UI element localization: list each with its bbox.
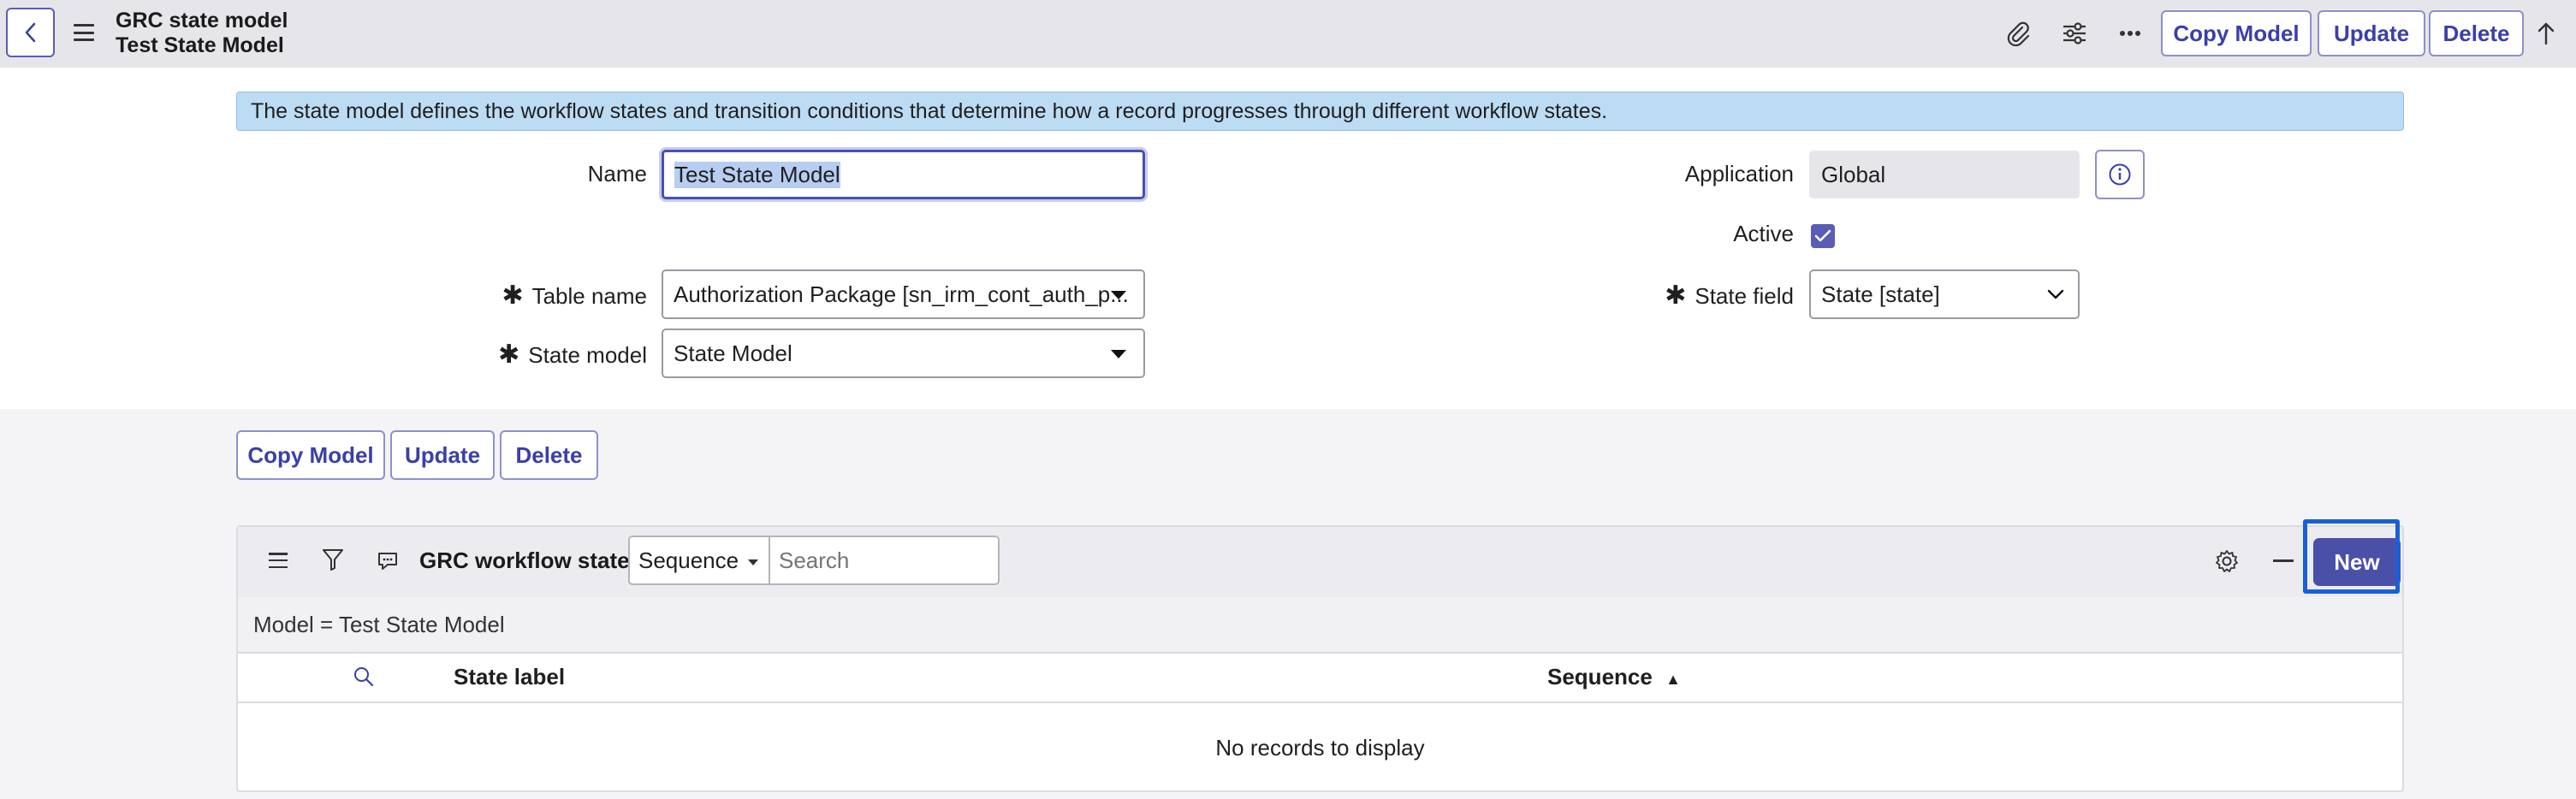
table-name-label: ✱ Table name (479, 281, 647, 311)
list-menu-icon[interactable] (269, 553, 288, 568)
filter-icon[interactable] (322, 547, 344, 571)
column-header-row: State label Sequence ▲ (238, 652, 2402, 703)
form-delete-button[interactable]: Delete (500, 430, 598, 480)
table-name-select[interactable]: Authorization Package [sn_irm_cont_auth_… (662, 269, 1145, 319)
column-sequence[interactable]: Sequence ▲ (1547, 664, 1681, 690)
copy-model-button[interactable]: Copy Model (2161, 10, 2312, 56)
search-field-value: Sequence (638, 547, 739, 573)
gear-icon[interactable] (2215, 549, 2239, 573)
name-label: Name (587, 161, 647, 186)
search-icon[interactable] (353, 666, 375, 688)
new-button-highlight (2303, 519, 2400, 594)
page-title-type: GRC state model (116, 9, 288, 33)
breadcrumb[interactable]: Model = Test State Model (238, 597, 2402, 652)
state-field-select[interactable]: State [state] (1809, 269, 2080, 319)
state-model-select[interactable]: State Model (662, 328, 1145, 378)
column-sequence-label: Sequence (1547, 664, 1653, 690)
page-title: GRC state model Test State Model (116, 9, 288, 58)
required-icon: ✱ (1665, 281, 1687, 310)
caret-down-icon (1111, 350, 1126, 358)
info-banner: The state model defines the workflow sta… (236, 92, 2404, 131)
table-name-label-text: Table name (531, 283, 647, 309)
info-icon (2109, 163, 2131, 186)
checkmark-icon (1814, 229, 1831, 242)
sliders-icon[interactable] (2054, 13, 2095, 54)
related-list: GRC workflow states Sequence Model = Tes… (236, 525, 2404, 792)
empty-message: No records to display (1215, 735, 1425, 761)
paperclip-icon[interactable] (1997, 13, 2039, 54)
more-icon[interactable] (2110, 13, 2151, 54)
name-input-value: Test State Model (674, 161, 840, 188)
table-name-value: Authorization Package [sn_irm_cont_auth_… (674, 281, 1129, 307)
application-label: Application (1684, 161, 1794, 186)
page-title-record: Test State Model (116, 33, 284, 57)
arrow-up-icon[interactable] (2526, 13, 2567, 54)
form-copy-model-button[interactable]: Copy Model (236, 430, 385, 480)
minimize-icon[interactable] (2273, 559, 2294, 562)
state-model-label: ✱ State model (479, 340, 647, 370)
form-update-button[interactable]: Update (390, 430, 495, 480)
delete-button[interactable]: Delete (2429, 10, 2524, 56)
state-field-label-text: State field (1695, 283, 1794, 309)
caret-down-icon (748, 559, 758, 565)
required-icon: ✱ (498, 340, 520, 369)
list-title: GRC workflow states (419, 547, 643, 573)
search-input[interactable] (769, 536, 1000, 585)
state-field-value: State [state] (1821, 281, 1940, 307)
active-checkbox[interactable] (1811, 224, 1835, 248)
sort-ascending-icon: ▲ (1665, 671, 1681, 688)
search-field-select[interactable]: Sequence (628, 536, 770, 585)
active-label: Active (1733, 221, 1794, 246)
state-model-value: State Model (674, 340, 792, 366)
caret-down-icon (1111, 291, 1126, 299)
hamburger-icon[interactable] (74, 24, 94, 41)
required-icon: ✱ (502, 281, 524, 310)
chevron-left-icon (25, 22, 35, 43)
chevron-down-icon (2047, 289, 2064, 299)
application-field: Global (1809, 151, 2080, 198)
state-field-label: ✱ State field (1626, 281, 1794, 311)
column-state-label[interactable]: State label (454, 664, 565, 690)
comment-icon[interactable] (377, 551, 399, 571)
back-button[interactable] (6, 8, 55, 57)
list-toolbar: GRC workflow states Sequence (238, 527, 2402, 597)
state-model-label-text: State model (528, 342, 647, 368)
application-value: Global (1821, 161, 1886, 187)
update-button[interactable]: Update (2318, 10, 2425, 56)
info-button[interactable] (2095, 150, 2145, 199)
name-input[interactable]: Test State Model (662, 150, 1145, 199)
